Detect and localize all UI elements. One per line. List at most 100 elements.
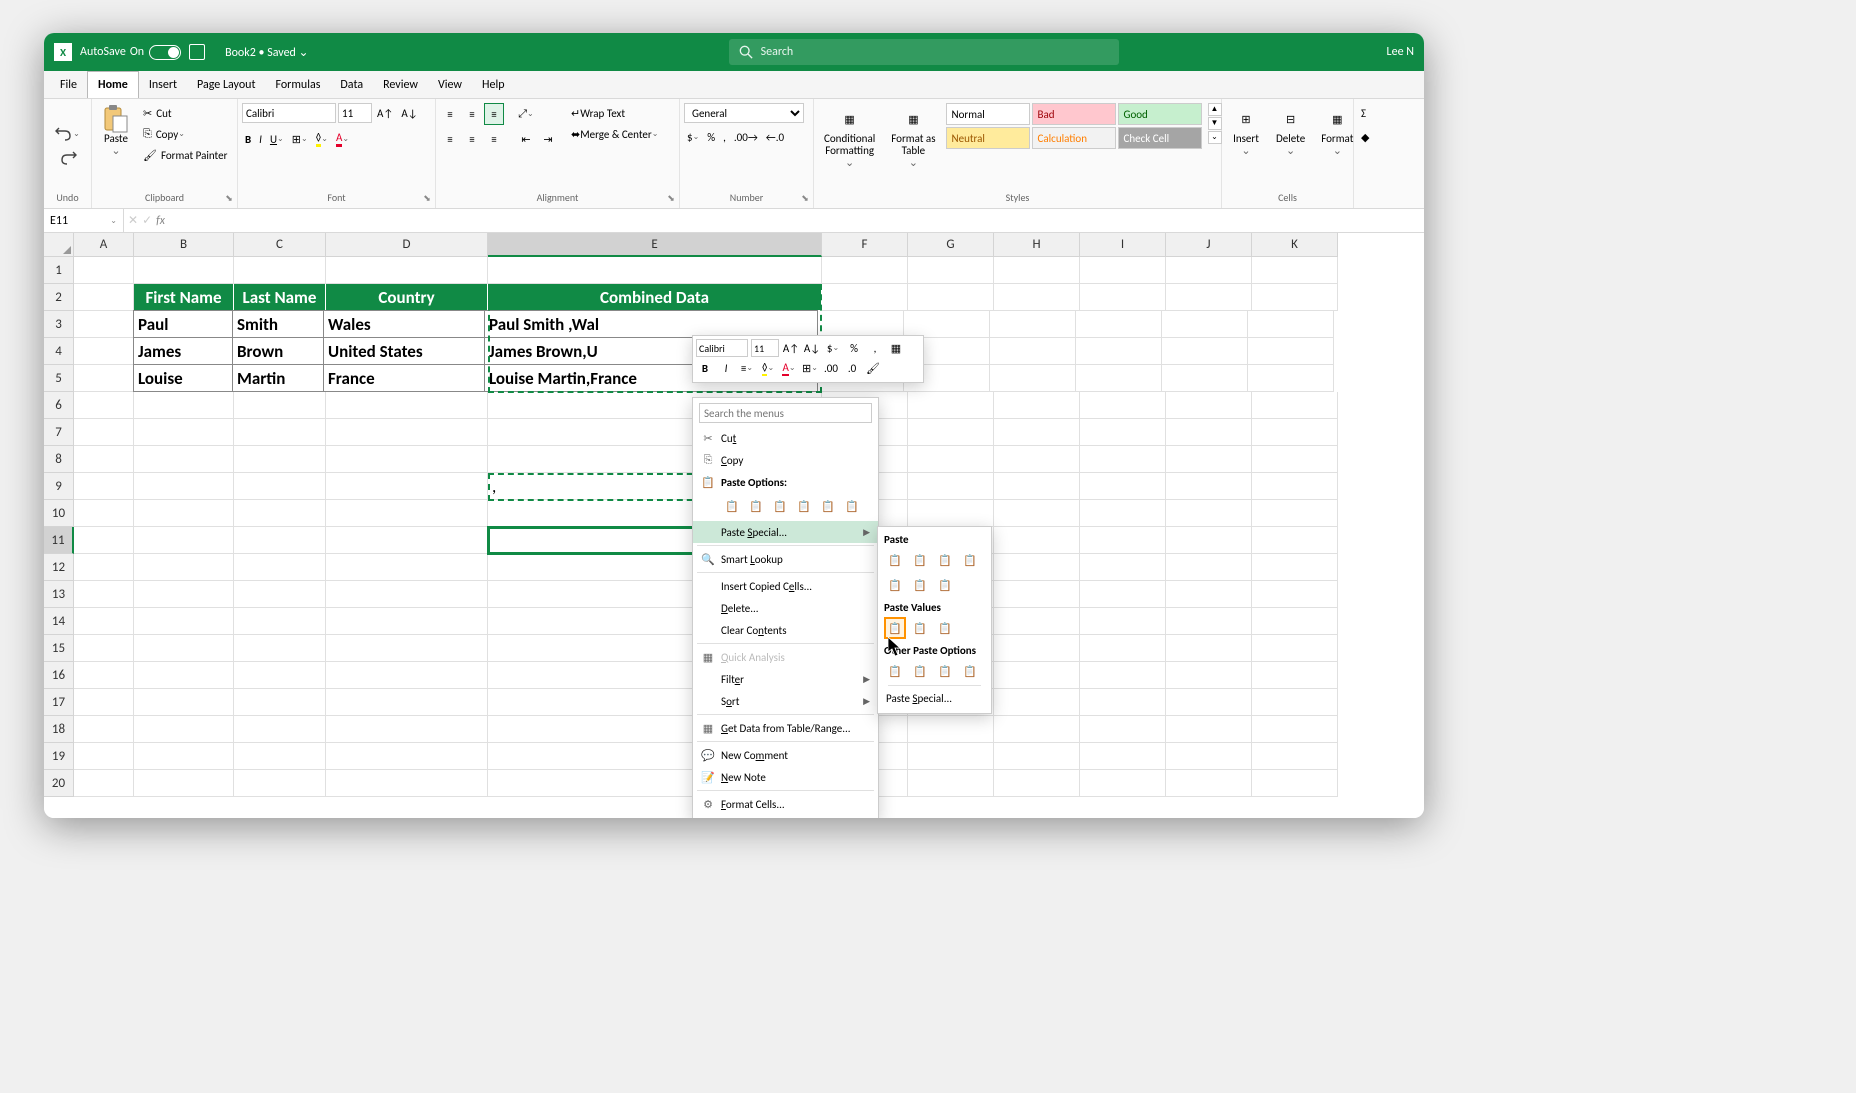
- copy-button[interactable]: ⎘ Copy ⌄: [140, 124, 230, 144]
- cell-C16[interactable]: [234, 662, 326, 689]
- merge-center-button[interactable]: ⬌ Merge & Center ⌄: [568, 124, 661, 144]
- menu-help[interactable]: Help: [472, 72, 515, 98]
- bold-button[interactable]: B: [242, 129, 254, 149]
- cell-A7[interactable]: [74, 419, 134, 446]
- cell-A15[interactable]: [74, 635, 134, 662]
- format-cells-button[interactable]: ▦Format⌄: [1315, 103, 1359, 159]
- mini-percent[interactable]: %: [845, 339, 863, 357]
- paste-link-icon[interactable]: 📋: [841, 495, 863, 517]
- cell-I6[interactable]: [1080, 392, 1166, 419]
- fill-color-button[interactable]: ◊⌄: [313, 129, 331, 149]
- mini-format-cell[interactable]: ▦: [887, 339, 905, 357]
- cell-H9[interactable]: [994, 473, 1080, 500]
- cell-J11[interactable]: [1166, 527, 1252, 554]
- cell-C18[interactable]: [234, 716, 326, 743]
- cell-J12[interactable]: [1166, 554, 1252, 581]
- cell-H15[interactable]: [994, 635, 1080, 662]
- cell-J5[interactable]: [1162, 365, 1248, 392]
- cell-B16[interactable]: [134, 662, 234, 689]
- cell-B7[interactable]: [134, 419, 234, 446]
- cancel-formula-icon[interactable]: ✕: [128, 213, 138, 228]
- cell-G2[interactable]: [908, 284, 994, 311]
- cell-I18[interactable]: [1080, 716, 1166, 743]
- italic-button[interactable]: I: [256, 129, 265, 149]
- align-top[interactable]: ≡: [440, 103, 460, 125]
- cell-H20[interactable]: [994, 770, 1080, 797]
- cell-G18[interactable]: [908, 716, 994, 743]
- mini-accounting[interactable]: $⌄: [824, 339, 842, 357]
- psub-paste-link[interactable]: 📋: [909, 660, 931, 682]
- row-header-2[interactable]: 2: [44, 284, 74, 311]
- align-center[interactable]: ≡: [462, 128, 482, 150]
- col-header-I[interactable]: I: [1080, 233, 1166, 257]
- cell-J7[interactable]: [1166, 419, 1252, 446]
- cell-D5[interactable]: France: [323, 364, 485, 392]
- cell-C13[interactable]: [234, 581, 326, 608]
- cell-I17[interactable]: [1080, 689, 1166, 716]
- cell-K6[interactable]: [1252, 392, 1338, 419]
- cell-B6[interactable]: [134, 392, 234, 419]
- row-header-5[interactable]: 5: [44, 365, 74, 392]
- cell-K5[interactable]: [1248, 365, 1334, 392]
- style-calculation[interactable]: Calculation: [1032, 127, 1116, 149]
- cell-G1[interactable]: [908, 257, 994, 284]
- decrease-font-button[interactable]: A↓: [398, 103, 420, 123]
- ctx-paste-special[interactable]: Paste Special...▶: [693, 521, 878, 543]
- cell-A10[interactable]: [74, 500, 134, 527]
- cell-J17[interactable]: [1166, 689, 1252, 716]
- cell-D14[interactable]: [326, 608, 488, 635]
- row-header-12[interactable]: 12: [44, 554, 74, 581]
- number-launcher[interactable]: ⬊: [799, 193, 811, 205]
- cell-B19[interactable]: [134, 743, 234, 770]
- cell-A16[interactable]: [74, 662, 134, 689]
- ctx-clear-contents[interactable]: Clear Contents: [693, 619, 878, 641]
- mini-inc-decimal[interactable]: .00: [822, 359, 840, 377]
- cell-I1[interactable]: [1080, 257, 1166, 284]
- cell-D4[interactable]: United States: [323, 337, 485, 365]
- col-header-B[interactable]: B: [134, 233, 234, 257]
- cell-B9[interactable]: [134, 473, 234, 500]
- cell-A14[interactable]: [74, 608, 134, 635]
- cell-J13[interactable]: [1166, 581, 1252, 608]
- mini-italic[interactable]: I: [717, 359, 735, 377]
- col-header-A[interactable]: A: [74, 233, 134, 257]
- menu-formulas[interactable]: Formulas: [265, 72, 330, 98]
- col-header-H[interactable]: H: [994, 233, 1080, 257]
- workbook-name[interactable]: Book2 • Saved ⌄: [225, 45, 309, 60]
- cell-B2[interactable]: First Name: [134, 284, 234, 311]
- row-header-8[interactable]: 8: [44, 446, 74, 473]
- cell-I15[interactable]: [1080, 635, 1166, 662]
- psub-paste-special-dialog[interactable]: Paste Special...: [884, 688, 985, 709]
- cell-C19[interactable]: [234, 743, 326, 770]
- ctx-get-data[interactable]: ▦Get Data from Table/Range...: [693, 717, 878, 739]
- cell-E2[interactable]: Combined Data: [488, 284, 822, 311]
- cell-C1[interactable]: [234, 257, 326, 284]
- cell-B3[interactable]: Paul: [133, 310, 233, 338]
- cell-D19[interactable]: [326, 743, 488, 770]
- font-size-select[interactable]: [338, 103, 372, 123]
- row-header-6[interactable]: 6: [44, 392, 74, 419]
- cell-I14[interactable]: [1080, 608, 1166, 635]
- cell-H12[interactable]: [994, 554, 1080, 581]
- cell-K17[interactable]: [1252, 689, 1338, 716]
- cell-H2[interactable]: [994, 284, 1080, 311]
- cell-G7[interactable]: [908, 419, 994, 446]
- redo-button[interactable]: [56, 148, 80, 168]
- cell-A8[interactable]: [74, 446, 134, 473]
- cell-J15[interactable]: [1166, 635, 1252, 662]
- cell-K18[interactable]: [1252, 716, 1338, 743]
- cell-D15[interactable]: [326, 635, 488, 662]
- cell-C5[interactable]: Martin: [232, 364, 324, 392]
- align-middle[interactable]: ≡: [462, 103, 482, 125]
- select-all-corner[interactable]: [44, 233, 74, 257]
- cell-I11[interactable]: [1080, 527, 1166, 554]
- psub-paste-values[interactable]: 📋: [884, 617, 906, 639]
- undo-button[interactable]: ⌄: [52, 124, 83, 144]
- cell-J20[interactable]: [1166, 770, 1252, 797]
- cell-I8[interactable]: [1080, 446, 1166, 473]
- accounting-format[interactable]: $⌄: [684, 127, 702, 147]
- insert-cells-button[interactable]: ⊞Insert⌄: [1226, 103, 1266, 159]
- save-icon[interactable]: [189, 44, 205, 60]
- cell-I4[interactable]: [1076, 338, 1162, 365]
- cell-A2[interactable]: [74, 284, 134, 311]
